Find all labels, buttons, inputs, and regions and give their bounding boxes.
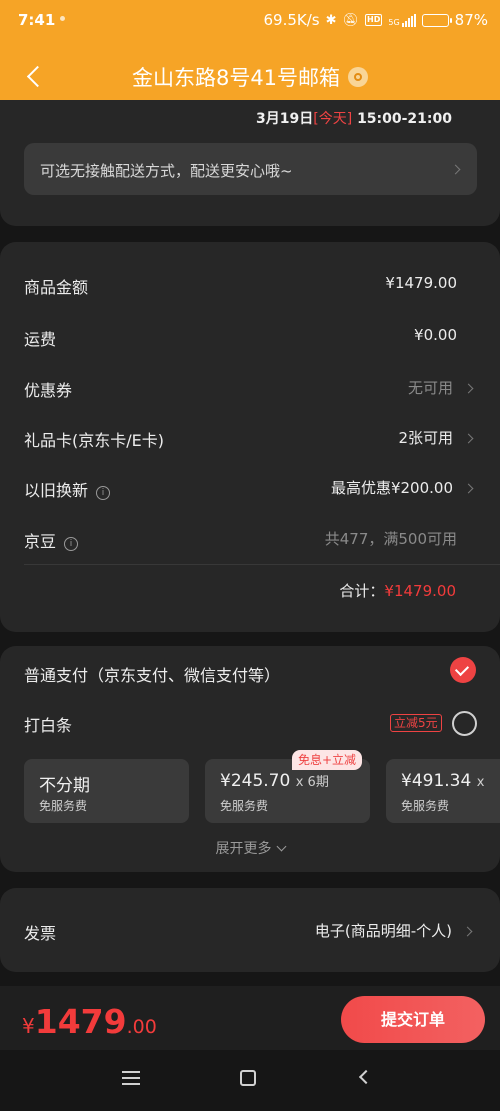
row-value: 共477，满500可用 (324, 530, 457, 548)
invoice-value: 电子(商品明细-个人) (314, 922, 452, 940)
contactless-delivery-option[interactable]: 可选无接触配送方式，配送更安心哦~ (24, 143, 477, 195)
top-bar: 7:41 69.5K/s ✱ 🔕︎ HD 5G 87% 金山东路8号41号邮箱 (0, 0, 500, 107)
info-icon[interactable]: i (96, 486, 111, 500)
row-trade-in[interactable]: 以旧换新 i 最高优惠¥200.00 (24, 473, 477, 501)
home-icon[interactable] (240, 1070, 256, 1086)
total-label: 合计： (339, 582, 385, 600)
plan-main: 不分期 (39, 776, 90, 796)
order-total: 合计：¥1479.00 (339, 580, 456, 601)
system-nav-bar (0, 1050, 500, 1111)
installment-plans: 不分期 免服务费 ¥245.70 x 6期 免服务费 ¥491.34 x 免服务… (24, 759, 500, 825)
location-pin-icon (348, 67, 369, 87)
row-value: 无可用 (407, 379, 453, 397)
standard-payment-check-icon[interactable] (450, 657, 476, 683)
row-label: 礼品卡(京东卡/E卡) (24, 431, 164, 450)
today-label: [今天] (313, 111, 353, 127)
order-summary-card: 商品金额 ¥1479.00 运费 ¥0.00 优惠券 无可用 礼品卡(京东卡/E… (0, 242, 500, 632)
network-type: 5G (388, 17, 400, 27)
delivery-time[interactable]: 3月19日[今天] 15:00-21:00 (256, 108, 452, 128)
chevron-right-icon (463, 483, 474, 494)
plan-main: ¥491.34 x (401, 771, 485, 791)
status-time: 7:41 (18, 11, 56, 29)
chevron-right-icon (450, 164, 461, 175)
page-header: 金山东路8号41号邮箱 (0, 48, 500, 104)
row-label: 优惠券 (24, 381, 73, 400)
chevron-right-icon (462, 926, 473, 937)
bluetooth-icon: ✱ (325, 12, 337, 28)
total-value: ¥1479.00 (384, 582, 456, 600)
mute-icon: 🔕︎ (342, 12, 360, 28)
checkout-bar: ¥1479.00 提交订单 (0, 986, 500, 1050)
baitiao-radio[interactable] (452, 711, 477, 736)
row-label: 商品金额 (24, 278, 89, 297)
price-currency: ¥ (22, 1014, 35, 1038)
status-right: 69.5K/s ✱ 🔕︎ HD 5G 87% (263, 11, 488, 29)
price-integer: 1479 (34, 1002, 127, 1041)
network-speed: 69.5K/s (263, 11, 320, 29)
delivery-time-range: 15:00-21:00 (357, 111, 452, 127)
plan-option[interactable]: ¥491.34 x 免服务费 (386, 759, 500, 823)
baitiao-label[interactable]: 打白条 (24, 712, 72, 736)
signal-icon: 5G (388, 13, 416, 27)
row-label: 京豆 i (24, 528, 79, 552)
back-icon[interactable] (358, 1069, 374, 1085)
row-goods-amount: 商品金额 ¥1479.00 (24, 270, 477, 298)
row-shipping: 运费 ¥0.00 (24, 322, 477, 350)
contactless-text: 可选无接触配送方式，配送更安心哦~ (40, 162, 293, 180)
hd-icon: HD (365, 14, 383, 26)
chevron-right-icon (463, 383, 474, 394)
row-value: 最高优惠¥200.00 (330, 479, 453, 497)
battery-percent: 87% (454, 11, 488, 29)
notification-dot-icon (60, 16, 65, 21)
info-icon[interactable]: i (64, 537, 79, 551)
baitiao-discount-badge: 立减5元 (390, 714, 442, 732)
page-title[interactable]: 金山东路8号41号邮箱 (0, 62, 500, 92)
expand-more-button[interactable]: 展开更多 (0, 838, 500, 858)
chevron-right-icon (463, 433, 474, 444)
row-value: 2张可用 (398, 429, 453, 447)
invoice-label: 发票 (24, 924, 57, 943)
plan-sub: 免服务费 (39, 799, 88, 813)
plan-sub: 免服务费 (220, 799, 269, 813)
delivery-date: 3月19日 (256, 111, 314, 127)
row-coupon[interactable]: 优惠券 无可用 (24, 373, 477, 401)
submit-order-button[interactable]: 提交订单 (341, 996, 485, 1043)
row-value: ¥0.00 (414, 326, 457, 344)
chevron-down-icon (276, 841, 286, 852)
plan-sub: 免服务费 (401, 799, 450, 813)
row-label: 以旧换新 i (24, 477, 111, 501)
plan-option[interactable]: 不分期 免服务费 (24, 759, 189, 823)
plan-main: ¥245.70 x 6期 (220, 771, 329, 791)
row-label: 运费 (24, 330, 57, 349)
payment-card: 普通支付（京东支付、微信支付等） 打白条 立减5元 不分期 免服务费 ¥245.… (0, 646, 500, 872)
standard-payment-label[interactable]: 普通支付（京东支付、微信支付等） (24, 662, 280, 686)
plan-promo-tag: 免息+立减 (292, 750, 363, 770)
battery-icon (421, 13, 452, 27)
total-price: ¥1479.00 (22, 1002, 157, 1041)
price-decimal: .00 (126, 1016, 157, 1038)
row-gift-card[interactable]: 礼品卡(京东卡/E卡) 2张可用 (24, 423, 477, 451)
divider (24, 564, 500, 565)
row-value: ¥1479.00 (385, 274, 457, 292)
delivery-card: 3月19日[今天] 15:00-21:00 可选无接触配送方式，配送更安心哦~ (0, 100, 500, 226)
row-jd-beans: 京豆 i 共477，满500可用 (24, 524, 477, 552)
invoice-card[interactable]: 发票 电子(商品明细-个人) (0, 888, 500, 972)
menu-icon[interactable] (122, 1071, 140, 1085)
address-title: 金山东路8号41号邮箱 (131, 66, 341, 90)
status-bar: 7:41 69.5K/s ✱ 🔕︎ HD 5G 87% (0, 0, 500, 40)
